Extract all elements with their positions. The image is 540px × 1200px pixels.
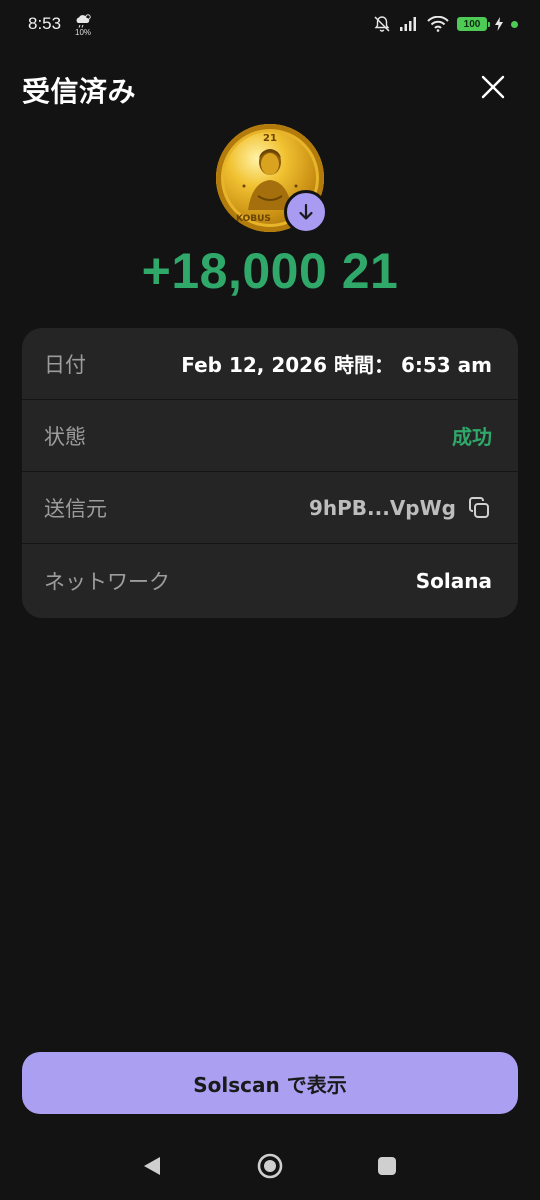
detail-label: 送信元 xyxy=(44,496,107,521)
charging-icon xyxy=(495,17,503,31)
copy-icon xyxy=(469,496,489,518)
detail-row-date: 日付 Feb 12, 2026 時間： 6:53 am xyxy=(22,328,518,400)
status-icons: 100 xyxy=(373,14,518,34)
detail-row-network: ネットワーク Solana xyxy=(22,544,518,617)
receive-badge xyxy=(284,190,328,234)
status-bar: 8:53 10% 100 xyxy=(0,0,540,52)
sender-address[interactable]: 9hPB...VpWg xyxy=(309,496,456,520)
received-amount: +18,000 21 xyxy=(141,243,399,299)
status-time: 8:53 xyxy=(28,14,62,33)
wifi-icon xyxy=(427,16,449,32)
detail-row-status: 状態 成功 xyxy=(22,400,518,472)
coin-bottom-text: KOBUS xyxy=(236,214,271,224)
close-button[interactable] xyxy=(476,70,510,104)
home-circle-icon[interactable] xyxy=(256,1152,284,1180)
detail-label: ネットワーク xyxy=(44,569,170,594)
detail-label: 状態 xyxy=(44,424,86,449)
detail-label: 日付 xyxy=(44,352,86,377)
token-logo: 21 KOBUS xyxy=(216,124,328,234)
view-on-solscan-button[interactable]: Solscan で表示 xyxy=(22,1052,518,1114)
arrow-down-icon xyxy=(299,203,313,220)
date-value: Feb 12, 2026 時間： 6:53 am xyxy=(181,353,492,377)
notification-dot xyxy=(511,20,518,28)
system-nav-bar xyxy=(0,1140,540,1192)
weather-icon xyxy=(76,14,91,28)
signal-icon xyxy=(400,17,416,31)
battery-level: 100 xyxy=(463,18,481,30)
close-icon xyxy=(481,75,505,99)
bell-off-icon xyxy=(374,16,390,32)
page-title: 受信済み xyxy=(22,75,137,108)
weather-percent: 10% xyxy=(75,28,92,37)
back-triangle-icon[interactable] xyxy=(140,1154,164,1178)
battery-indicator: 100 xyxy=(457,17,490,31)
status-value: 成功 xyxy=(452,425,492,449)
detail-row-sender: 送信元 9hPB...VpWg xyxy=(22,472,518,544)
sender-value-group: 9hPB...VpWg xyxy=(309,495,492,521)
network-value: Solana xyxy=(415,568,492,593)
copy-address-button[interactable] xyxy=(466,495,492,521)
recents-square-icon[interactable] xyxy=(376,1155,398,1177)
transaction-detail-screen: 8:53 10% 100 受信済み 21 KOBUS +18,000 21 日付… xyxy=(0,0,540,1200)
details-card: 日付 Feb 12, 2026 時間： 6:53 am 状態 成功 送信元 9h… xyxy=(22,328,518,618)
